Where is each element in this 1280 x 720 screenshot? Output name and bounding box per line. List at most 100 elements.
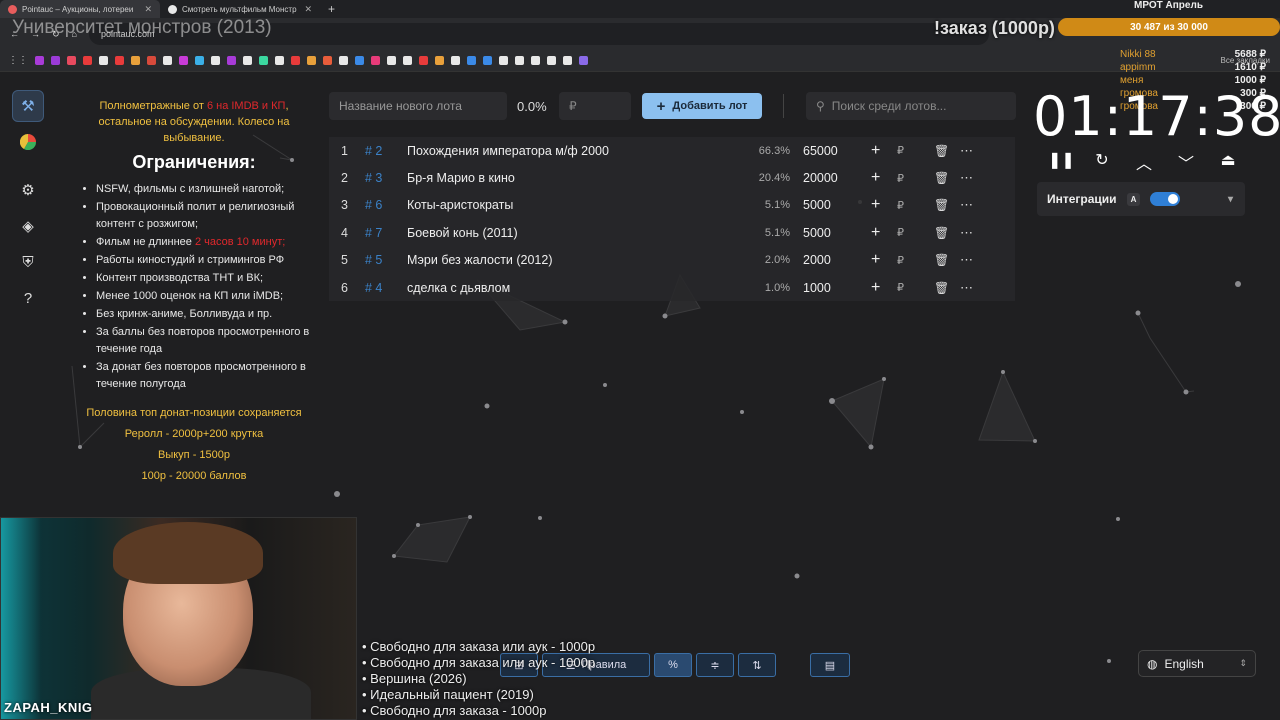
integrations-toggle[interactable] bbox=[1150, 192, 1181, 206]
chevron-up-icon[interactable]: ︿ bbox=[1132, 150, 1156, 174]
bookmark-icon[interactable] bbox=[291, 56, 300, 65]
apps-grid-icon[interactable]: ⋮⋮ bbox=[8, 55, 28, 66]
bookmark-icon[interactable] bbox=[563, 56, 572, 65]
add-amount-icon[interactable]: + bbox=[871, 251, 891, 269]
bookmark-icon[interactable] bbox=[179, 56, 188, 65]
lot-row[interactable]: 6 # 4 сделка с дьявлом 1.0% 1000 + ₽ 🗑 ⋯ bbox=[329, 273, 1015, 302]
bookmark-icon[interactable] bbox=[131, 56, 140, 65]
bookmark-icon[interactable] bbox=[403, 56, 412, 65]
bookmark-icon[interactable] bbox=[467, 56, 476, 65]
add-amount-icon[interactable]: + bbox=[871, 196, 891, 214]
more-icon[interactable]: ⋯ bbox=[960, 225, 980, 241]
lot-amount[interactable]: 20000 bbox=[790, 171, 858, 185]
sort-button[interactable]: ⇅ bbox=[738, 653, 776, 677]
ruble-icon[interactable]: ₽ bbox=[897, 281, 917, 294]
chevron-down-icon[interactable]: ﹀ bbox=[1174, 150, 1198, 174]
lot-name[interactable]: Боевой конь (2011) bbox=[407, 226, 742, 240]
more-icon[interactable]: ⋯ bbox=[960, 197, 980, 213]
bookmark-icon[interactable] bbox=[387, 56, 396, 65]
lot-amount[interactable]: 2000 bbox=[790, 253, 858, 267]
eject-icon[interactable]: ⏏ bbox=[1216, 150, 1240, 174]
ruble-icon[interactable]: ₽ bbox=[897, 172, 917, 185]
bookmark-icon[interactable] bbox=[67, 56, 76, 65]
bookmark-icon[interactable] bbox=[83, 56, 92, 65]
reset-icon[interactable]: ↻ bbox=[1090, 150, 1114, 174]
browser-tab-cartoon[interactable]: Смотреть мультфильм Монстр ✕ bbox=[160, 0, 320, 18]
close-icon[interactable]: ✕ bbox=[144, 4, 152, 15]
bookmark-icon[interactable] bbox=[275, 56, 284, 65]
bookmark-icon[interactable] bbox=[163, 56, 172, 65]
lot-row[interactable]: 1 # 2 Похождения императора м/ф 2000 66.3% 6… bbox=[329, 137, 1015, 165]
bookmark-icon[interactable] bbox=[259, 56, 268, 65]
language-select[interactable]: ◍ English ⇕ bbox=[1138, 650, 1256, 677]
new-lot-name-input[interactable]: Название нового лота bbox=[329, 92, 507, 120]
new-lot-amount-input[interactable]: ₽ bbox=[559, 92, 631, 120]
trash-icon[interactable]: 🗑 bbox=[934, 198, 954, 212]
bookmark-icon[interactable] bbox=[307, 56, 316, 65]
bookmark-icon[interactable] bbox=[579, 56, 588, 65]
add-amount-icon[interactable]: + bbox=[871, 142, 891, 160]
search-input[interactable]: ⚲ Поиск среди лотов... bbox=[806, 92, 1016, 120]
close-icon[interactable]: ✕ bbox=[304, 4, 312, 15]
sidebar-item-help[interactable]: ? bbox=[12, 282, 44, 314]
percent-toggle-button[interactable]: % bbox=[654, 653, 692, 677]
lot-name[interactable]: Коты-аристократы bbox=[407, 198, 742, 212]
bookmark-icon[interactable] bbox=[419, 56, 428, 65]
split-button[interactable]: ≑ bbox=[696, 653, 734, 677]
bookmark-icon[interactable] bbox=[35, 56, 44, 65]
bookmark-icon[interactable] bbox=[195, 56, 204, 65]
bookmark-icon[interactable] bbox=[499, 56, 508, 65]
more-icon[interactable]: ⋯ bbox=[960, 252, 980, 268]
lot-name[interactable]: Похождения императора м/ф 2000 bbox=[407, 144, 742, 158]
chevron-down-icon[interactable]: ▾ bbox=[1228, 194, 1233, 205]
new-tab-icon[interactable]: + bbox=[320, 2, 343, 16]
lot-amount[interactable]: 5000 bbox=[790, 198, 858, 212]
bookmark-icon[interactable] bbox=[451, 56, 460, 65]
bookmark-icon[interactable] bbox=[147, 56, 156, 65]
lot-row[interactable]: 5 # 5 Мэри без жалости (2012) 2.0% 2000 + ₽ 🗑 ⋯ bbox=[329, 246, 1015, 274]
more-icon[interactable]: ⋯ bbox=[960, 143, 980, 159]
pause-icon[interactable]: ❚❚ bbox=[1048, 150, 1075, 174]
ruble-icon[interactable]: ₽ bbox=[897, 254, 917, 267]
lot-row[interactable]: 2 # 3 Бр-я Марио в кино 20.4% 20000 + ₽ 🗑 ⋯ bbox=[329, 164, 1015, 192]
trash-icon[interactable]: 🗑 bbox=[934, 226, 954, 240]
bookmark-icon[interactable] bbox=[99, 56, 108, 65]
sidebar-item-auction[interactable]: ⚒ bbox=[12, 90, 44, 122]
bookmark-icon[interactable] bbox=[115, 56, 124, 65]
ruble-icon[interactable]: ₽ bbox=[897, 144, 917, 157]
trash-icon[interactable]: 🗑 bbox=[934, 281, 954, 295]
bookmark-icon[interactable] bbox=[355, 56, 364, 65]
lot-amount[interactable]: 1000 bbox=[790, 281, 858, 295]
bookmark-icon[interactable] bbox=[51, 56, 60, 65]
bookmark-icon[interactable] bbox=[547, 56, 556, 65]
sidebar-item-security[interactable]: ⛨ bbox=[12, 246, 44, 278]
bookmark-icon[interactable] bbox=[515, 56, 524, 65]
bookmark-icon[interactable] bbox=[227, 56, 236, 65]
lot-row[interactable]: 4 # 7 Боевой конь (2011) 5.1% 5000 + ₽ 🗑 ⋯ bbox=[329, 219, 1015, 247]
trash-icon[interactable]: 🗑 bbox=[934, 144, 954, 158]
bookmark-icon[interactable] bbox=[243, 56, 252, 65]
lot-name[interactable]: Бр-я Марио в кино bbox=[407, 171, 742, 185]
clear-lots-button[interactable]: ▤ bbox=[810, 653, 850, 677]
trash-icon[interactable]: 🗑 bbox=[934, 253, 954, 267]
lot-name[interactable]: сделка с дьявлом bbox=[407, 281, 742, 295]
lot-row[interactable]: 3 # 6 Коты-аристократы 5.1% 5000 + ₽ 🗑 ⋯ bbox=[329, 191, 1015, 220]
sidebar-item-wheel[interactable] bbox=[12, 126, 44, 158]
ruble-icon[interactable]: ₽ bbox=[897, 226, 917, 239]
bookmark-icon[interactable] bbox=[371, 56, 380, 65]
bookmark-icon[interactable] bbox=[435, 56, 444, 65]
lot-name[interactable]: Мэри без жалости (2012) bbox=[407, 253, 742, 267]
more-icon[interactable]: ⋯ bbox=[960, 280, 980, 296]
bookmark-icon[interactable] bbox=[323, 56, 332, 65]
bookmark-icon[interactable] bbox=[211, 56, 220, 65]
lot-amount[interactable]: 5000 bbox=[790, 226, 858, 240]
lot-amount[interactable]: 65000 bbox=[790, 144, 858, 158]
ruble-icon[interactable]: ₽ bbox=[897, 199, 917, 212]
sidebar-item-settings[interactable]: ⚙ bbox=[12, 174, 44, 206]
browser-tab-pointauc[interactable]: Pointauc – Аукционы, лотереи ✕ bbox=[0, 0, 160, 18]
more-icon[interactable]: ⋯ bbox=[960, 170, 980, 186]
add-amount-icon[interactable]: + bbox=[871, 279, 891, 297]
bookmark-icon[interactable] bbox=[531, 56, 540, 65]
bookmark-icon[interactable] bbox=[483, 56, 492, 65]
add-amount-icon[interactable]: + bbox=[871, 169, 891, 187]
